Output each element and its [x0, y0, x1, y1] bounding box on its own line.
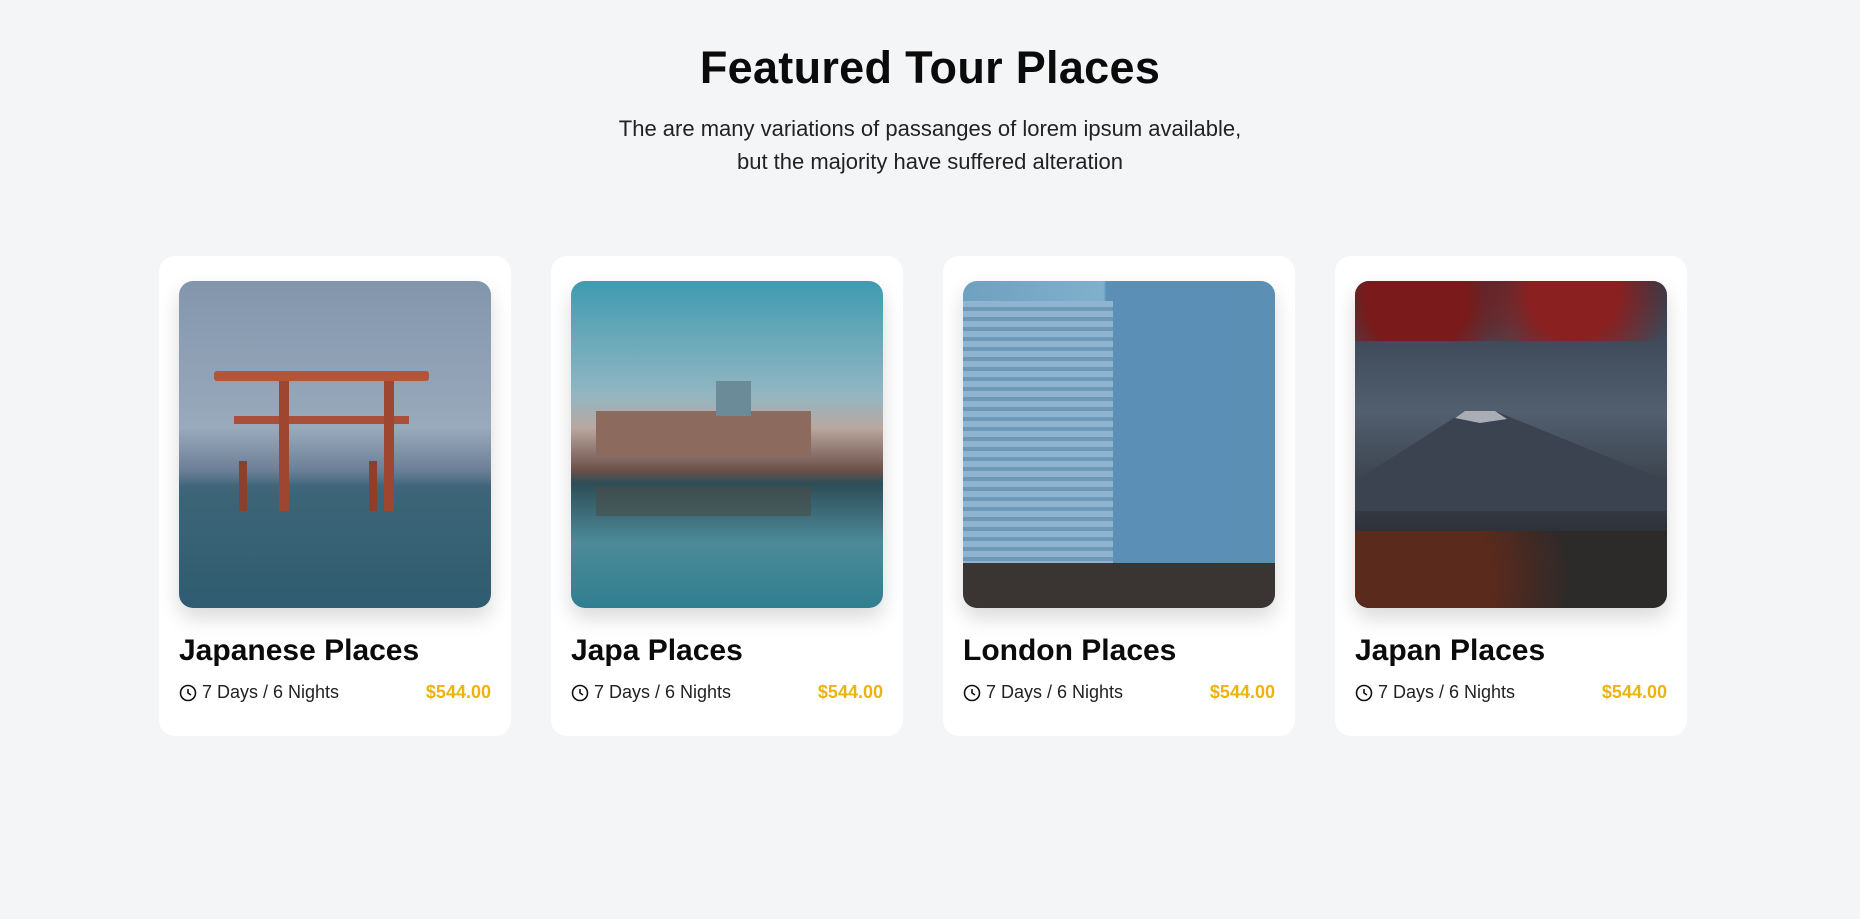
tour-duration: 7 Days / 6 Nights — [594, 682, 732, 702]
tour-price: $544.00 — [425, 682, 491, 702]
tour-title[interactable]: Japanese Places — [179, 634, 491, 668]
tour-card[interactable]: Japa Places 7 Days / 6 Nights $544.00 — [551, 256, 903, 736]
tour-image-lakeside-building[interactable] — [571, 281, 883, 608]
tour-image-mount-fuji[interactable] — [1355, 281, 1667, 608]
subtitle-line-2: but the majority have suffered alteratio… — [736, 149, 1124, 174]
tour-image-glass-skyscraper[interactable] — [963, 281, 1275, 608]
tour-card-list: Japanese Places 7 Days / 6 Nights $544.00… — [159, 256, 1687, 736]
tour-image-torii-gate[interactable] — [179, 281, 491, 608]
tour-price: $544.00 — [1601, 682, 1667, 702]
tour-card[interactable]: Japan Places 7 Days / 6 Nights $544.00 — [1335, 256, 1687, 736]
tour-card[interactable]: London Places 7 Days / 6 Nights $544.00 — [943, 256, 1295, 736]
tour-price: $544.00 — [1209, 682, 1275, 702]
section-header: Featured Tour Places The are many variat… — [0, 42, 1860, 178]
subtitle-line-1: The are many variations of passanges of … — [618, 116, 1242, 141]
tour-title[interactable]: London Places — [963, 634, 1275, 668]
section-subtitle: The are many variations of passanges of … — [0, 112, 1860, 178]
tour-title[interactable]: Japan Places — [1355, 634, 1667, 668]
page-title: Featured Tour Places — [699, 42, 1161, 93]
tour-price: $544.00 — [817, 682, 883, 702]
tour-duration: 7 Days / 6 Nights — [1378, 682, 1516, 702]
tour-card[interactable]: Japanese Places 7 Days / 6 Nights $544.00 — [159, 256, 511, 736]
clock-icon — [179, 684, 197, 701]
tour-title[interactable]: Japa Places — [571, 634, 883, 668]
tour-duration: 7 Days / 6 Nights — [202, 682, 340, 702]
tour-duration: 7 Days / 6 Nights — [986, 682, 1124, 702]
clock-icon — [963, 684, 981, 701]
clock-icon — [571, 684, 589, 701]
clock-icon — [1355, 684, 1373, 701]
